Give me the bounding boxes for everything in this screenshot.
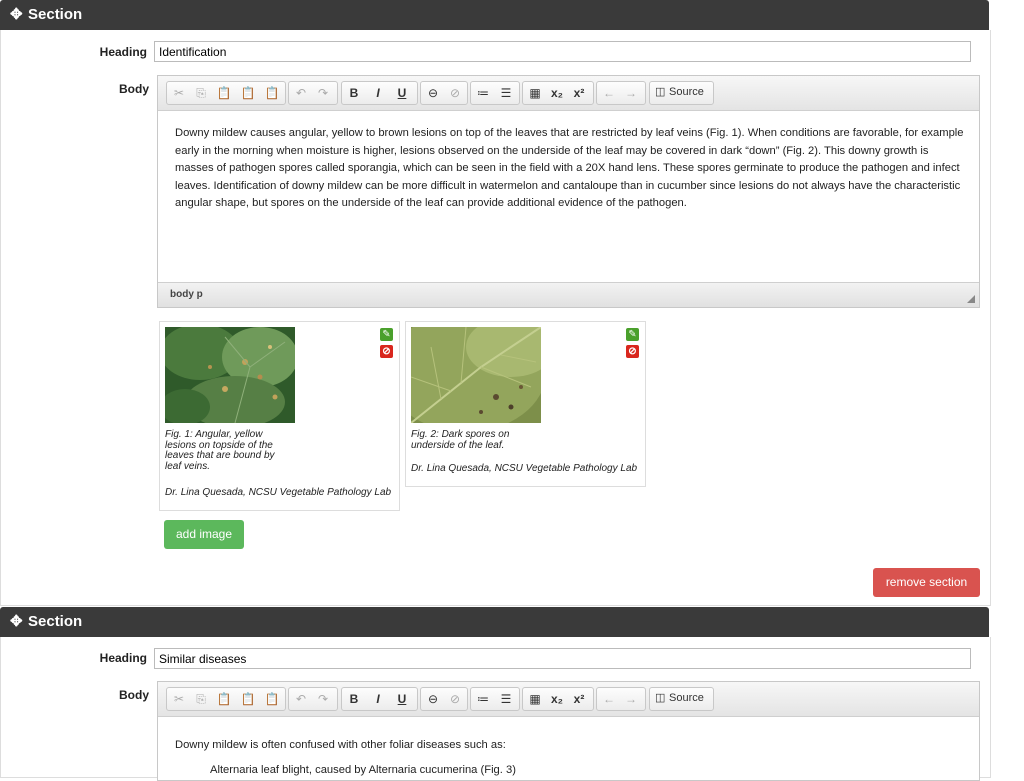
- format-group: B I U: [341, 687, 418, 711]
- paste-icon[interactable]: 📋: [214, 84, 234, 102]
- insert-group: ▦ x₂ x²: [522, 687, 594, 711]
- bulleted-list-icon[interactable]: ☰: [496, 690, 516, 708]
- paste-icon[interactable]: 📋: [214, 690, 234, 708]
- forward-icon[interactable]: →: [621, 84, 641, 102]
- body-label: Body: [119, 82, 149, 96]
- editor-statusbar: body p: [158, 282, 979, 307]
- subscript-icon[interactable]: x₂: [547, 84, 567, 102]
- body-label: Body: [119, 688, 149, 702]
- redo-icon[interactable]: ↷: [313, 84, 333, 102]
- image-card: ✎ ⊘ Fig. 2: Dark spores on underside of …: [405, 321, 646, 487]
- undo-icon[interactable]: ↶: [291, 690, 311, 708]
- link-group: ⊖ ⊘: [420, 81, 468, 105]
- leaf-photo-2: [411, 327, 541, 423]
- remove-section-button[interactable]: remove section: [873, 568, 980, 597]
- table-icon[interactable]: ▦: [525, 84, 545, 102]
- unlink-icon[interactable]: ⊘: [445, 690, 465, 708]
- back-icon[interactable]: ←: [599, 690, 619, 708]
- element-path[interactable]: body p: [170, 289, 203, 300]
- image-credit: Dr. Lina Quesada, NCSU Vegetable Patholo…: [411, 463, 638, 474]
- rich-text-editor[interactable]: ✂ ⎘ 📋 📋 📋 ↶ ↷ B I U ⊖ ⊘ ≔ ☰ ▦ x₂ x² ← → …: [157, 75, 980, 308]
- image-caption: Fig. 1: Angular, yellow lesions on topsi…: [165, 429, 275, 472]
- section-bar[interactable]: ✥ Section: [0, 0, 989, 30]
- source-label: Source: [669, 692, 704, 704]
- subscript-icon[interactable]: x₂: [547, 690, 567, 708]
- editor-content[interactable]: Downy mildew is often confused with othe…: [175, 737, 965, 755]
- link-icon[interactable]: ⊖: [423, 690, 443, 708]
- section-title: Section: [28, 6, 83, 23]
- nav-group: ← →: [596, 81, 646, 105]
- source-icon: ◫: [655, 692, 666, 704]
- back-icon[interactable]: ←: [599, 84, 619, 102]
- pencil-icon[interactable]: ✎: [380, 328, 393, 341]
- underline-button[interactable]: U: [392, 690, 412, 708]
- paste-word-icon[interactable]: 📋: [262, 690, 282, 708]
- image-credit: Dr. Lina Quesada, NCSU Vegetable Patholo…: [165, 487, 392, 498]
- list-group: ≔ ☰: [470, 81, 520, 105]
- move-icon[interactable]: ✥: [10, 5, 23, 23]
- paste-text-icon[interactable]: 📋: [238, 690, 258, 708]
- bulleted-list-icon[interactable]: ☰: [496, 84, 516, 102]
- list-item[interactable]: Alternaria leaf blight, caused by Altern…: [210, 764, 516, 776]
- section-title: Section: [28, 613, 83, 630]
- heading-input[interactable]: [154, 41, 971, 62]
- history-group: ↶ ↷: [288, 687, 338, 711]
- history-group: ↶ ↷: [288, 81, 338, 105]
- heading-label: Heading: [99, 651, 147, 665]
- superscript-icon[interactable]: x²: [569, 690, 589, 708]
- paste-text-icon[interactable]: 📋: [238, 84, 258, 102]
- ban-icon[interactable]: ⊘: [380, 345, 393, 358]
- italic-button[interactable]: I: [368, 84, 388, 102]
- numbered-list-icon[interactable]: ≔: [473, 84, 493, 102]
- source-icon: ◫: [655, 86, 666, 98]
- italic-button[interactable]: I: [368, 690, 388, 708]
- resize-grip-icon[interactable]: [967, 295, 975, 303]
- cut-icon[interactable]: ✂: [169, 690, 189, 708]
- section-bar[interactable]: ✥ Section: [0, 607, 989, 637]
- unlink-icon[interactable]: ⊘: [445, 84, 465, 102]
- list-group: ≔ ☰: [470, 687, 520, 711]
- nav-group: ← →: [596, 687, 646, 711]
- source-label: Source: [669, 86, 704, 98]
- copy-icon[interactable]: ⎘: [191, 690, 211, 708]
- ban-icon[interactable]: ⊘: [626, 345, 639, 358]
- undo-icon[interactable]: ↶: [291, 84, 311, 102]
- superscript-icon[interactable]: x²: [569, 84, 589, 102]
- editor-toolbar: ✂ ⎘ 📋 📋 📋 ↶ ↷ B I U ⊖ ⊘ ≔ ☰ ▦ x₂ x² ← → …: [158, 76, 979, 111]
- link-icon[interactable]: ⊖: [423, 84, 443, 102]
- source-button[interactable]: ◫ Source: [649, 81, 714, 105]
- bold-button[interactable]: B: [344, 84, 364, 102]
- link-group: ⊖ ⊘: [420, 687, 468, 711]
- forward-icon[interactable]: →: [621, 690, 641, 708]
- numbered-list-icon[interactable]: ≔: [473, 690, 493, 708]
- add-image-button[interactable]: add image: [164, 520, 244, 549]
- paste-word-icon[interactable]: 📋: [262, 84, 282, 102]
- copy-icon[interactable]: ⎘: [191, 84, 211, 102]
- rich-text-editor[interactable]: ✂ ⎘ 📋 📋 📋 ↶ ↷ B I U ⊖ ⊘ ≔ ☰ ▦ x₂ x² ← → …: [157, 681, 980, 781]
- clipboard-group: ✂ ⎘ 📋 📋 📋: [166, 687, 286, 711]
- image-card: ✎ ⊘ Fig. 1: Angular, yellow lesions on t…: [159, 321, 400, 511]
- cut-icon[interactable]: ✂: [169, 84, 189, 102]
- underline-button[interactable]: U: [392, 84, 412, 102]
- redo-icon[interactable]: ↷: [313, 690, 333, 708]
- move-icon[interactable]: ✥: [10, 612, 23, 630]
- editor-toolbar: ✂ ⎘ 📋 📋 📋 ↶ ↷ B I U ⊖ ⊘ ≔ ☰ ▦ x₂ x² ← → …: [158, 682, 979, 717]
- pencil-icon[interactable]: ✎: [626, 328, 639, 341]
- leaf-photo-1: [165, 327, 295, 423]
- format-group: B I U: [341, 81, 418, 105]
- editor-content[interactable]: Downy mildew causes angular, yellow to b…: [175, 125, 965, 213]
- clipboard-group: ✂ ⎘ 📋 📋 📋: [166, 81, 286, 105]
- insert-group: ▦ x₂ x²: [522, 81, 594, 105]
- image-caption: Fig. 2: Dark spores on underside of the …: [411, 429, 510, 451]
- heading-input[interactable]: [154, 648, 971, 669]
- source-button[interactable]: ◫ Source: [649, 687, 714, 711]
- bold-button[interactable]: B: [344, 690, 364, 708]
- heading-label: Heading: [99, 45, 147, 59]
- table-icon[interactable]: ▦: [525, 690, 545, 708]
